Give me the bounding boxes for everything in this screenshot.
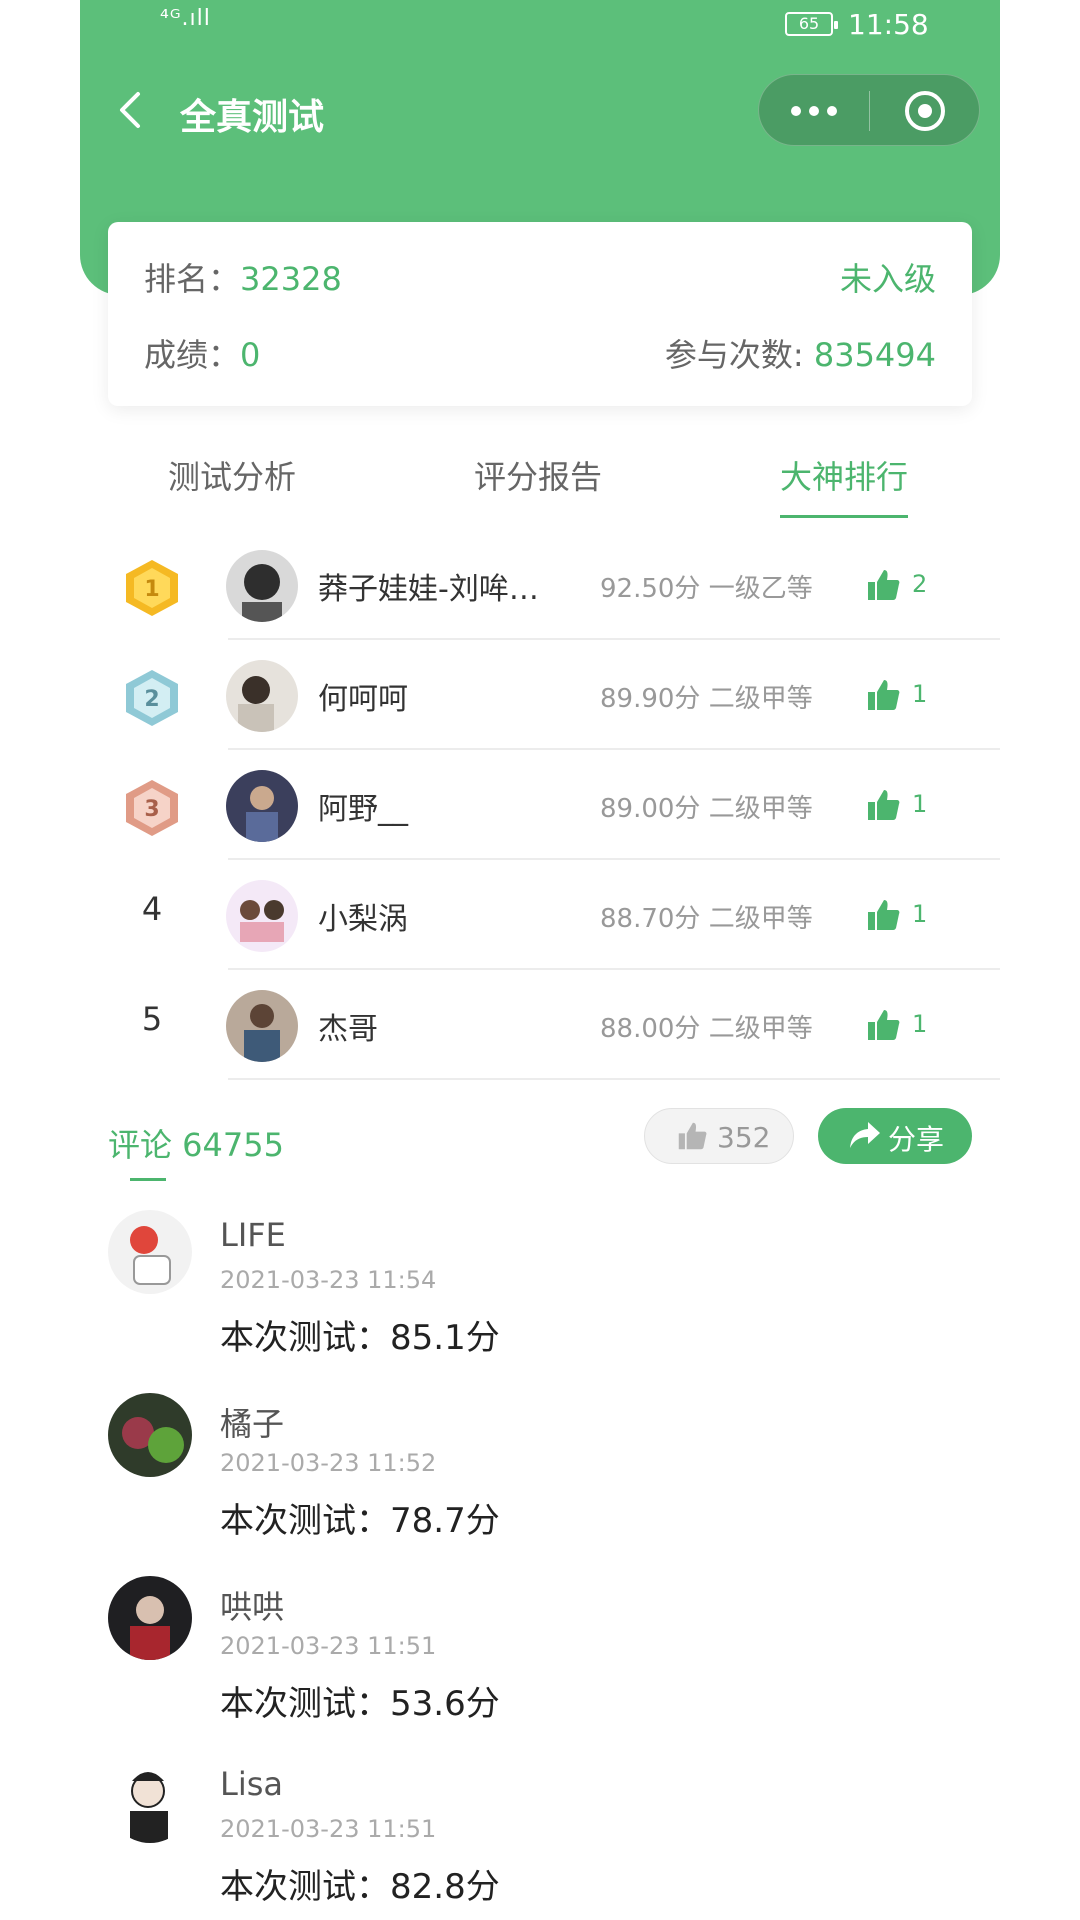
leader-name: 阿野__	[318, 792, 408, 827]
comment-tab-underline	[130, 1178, 166, 1181]
silver-medal-icon: 2	[126, 670, 178, 726]
thumbs-up-icon[interactable]	[866, 898, 900, 932]
comment-author: Lisa	[220, 1765, 283, 1803]
avatar[interactable]	[108, 1393, 192, 1477]
leaderboard-row[interactable]: 4 小梨涡 88.70分 二级甲等 1	[108, 860, 1000, 970]
close-target-icon[interactable]	[905, 91, 945, 131]
like-count: 1	[912, 900, 928, 928]
svg-text:3: 3	[144, 797, 159, 822]
leaderboard-row[interactable]: 3 阿野__ 89.00分 二级甲等 1	[108, 750, 1000, 860]
tab-leaderboard[interactable]: 大神排行	[780, 452, 909, 518]
back-icon[interactable]	[114, 90, 146, 130]
rank-label: 排名：	[144, 260, 241, 298]
share-label: 分享	[888, 1123, 945, 1156]
comment-text: 本次测试：53.6分	[220, 1684, 500, 1724]
thumbs-up-icon	[678, 1122, 707, 1150]
leader-score: 92.50分 一级乙等	[600, 574, 813, 604]
comment-time: 2021-03-23 11:51	[220, 1632, 437, 1660]
like-total: 352	[717, 1121, 771, 1154]
comment-item: 哄哄 2021-03-23 11:51 本次测试：53.6分	[108, 1576, 972, 1756]
rank-number: 5	[141, 1000, 163, 1038]
comment-item: 橘子 2021-03-23 11:52 本次测试：78.7分	[108, 1393, 972, 1573]
tab-score-report[interactable]: 评分报告	[474, 452, 602, 518]
thumbs-up-icon[interactable]	[866, 788, 900, 822]
leader-name: 小梨涡	[318, 902, 408, 937]
tab-test-analysis[interactable]: 测试分析	[168, 452, 296, 518]
like-count: 1	[912, 790, 928, 818]
svg-text:2: 2	[144, 687, 159, 712]
comment-item: LIFE 2021-03-23 11:54 本次测试：85.1分	[108, 1210, 972, 1390]
share-arrow-icon	[850, 1122, 880, 1148]
status-bar: ⁴ᴳ.ıll 65 11:58	[80, 0, 1000, 50]
comment-text: 本次测试：85.1分	[220, 1318, 500, 1358]
nav-bar: 全真测试	[80, 70, 1000, 150]
leader-score: 89.90分 二级甲等	[600, 684, 813, 714]
avatar[interactable]	[108, 1576, 192, 1660]
avatar	[226, 660, 298, 732]
comment-time: 2021-03-23 11:52	[220, 1449, 437, 1477]
gold-medal-icon: 1	[126, 560, 178, 616]
score-row: 成绩：0 参与次数: 835494	[144, 330, 936, 380]
leaderboard-row[interactable]: 2 何呵呵 89.90分 二级甲等 1	[108, 640, 1000, 750]
avatar	[226, 770, 298, 842]
rank-number: 4	[141, 890, 163, 928]
avatar	[226, 880, 298, 952]
like-count: 2	[912, 570, 928, 598]
bronze-medal-icon: 3	[126, 780, 178, 836]
rank-card: 排名：32328 未入级 成绩：0 参与次数: 835494	[108, 222, 972, 406]
share-button[interactable]: 分享	[818, 1108, 972, 1164]
level-badge: 未入级	[839, 260, 936, 298]
leader-name: 何呵呵	[318, 682, 408, 717]
leaderboard-row[interactable]: 5 杰哥 88.00分 二级甲等 1	[108, 970, 1000, 1080]
leaderboard-row[interactable]: 1 莽子娃娃-刘哞… 92.50分 一级乙等 2	[108, 530, 1000, 640]
status-time: 11:58	[848, 8, 929, 41]
score-label: 成绩：	[144, 336, 241, 374]
tab-bar: 测试分析 评分报告 大神排行	[108, 452, 972, 522]
leader-name: 莽子娃娃-刘哞…	[318, 572, 539, 607]
comment-text: 本次测试：82.8分	[220, 1867, 500, 1907]
leader-score: 89.00分 二级甲等	[600, 794, 813, 824]
comment-author: 哄哄	[220, 1588, 285, 1626]
like-button[interactable]: 352	[644, 1108, 794, 1164]
svg-text:1: 1	[144, 577, 159, 602]
comment-bar: 评论 64755 352 分享	[108, 1108, 972, 1188]
like-count: 1	[912, 680, 928, 708]
comment-time: 2021-03-23 11:51	[220, 1815, 437, 1843]
thumbs-up-icon[interactable]	[866, 568, 900, 602]
avatar[interactable]	[108, 1759, 192, 1843]
comment-text: 本次测试：78.7分	[220, 1501, 500, 1541]
attempts-value: 835494	[813, 336, 936, 374]
more-icon[interactable]	[787, 95, 845, 127]
attempts-label: 参与次数:	[664, 336, 804, 374]
leader-score: 88.70分 二级甲等	[600, 904, 813, 934]
page-title: 全真测试	[180, 97, 325, 138]
miniprogram-capsule	[758, 74, 980, 146]
rank-row: 排名：32328 未入级	[144, 254, 936, 304]
thumbs-up-icon[interactable]	[866, 678, 900, 712]
leader-score: 88.00分 二级甲等	[600, 1014, 813, 1044]
attempts: 参与次数: 835494	[665, 330, 936, 376]
comment-author: LIFE	[220, 1216, 286, 1254]
battery-icon: 65	[785, 12, 838, 36]
comment-count-label[interactable]: 评论 64755	[108, 1120, 284, 1166]
avatar	[226, 550, 298, 622]
app-screen: ⁴ᴳ.ıll 65 11:58 全真测试 排名：32328 未入级 成绩：0 参…	[0, 0, 1080, 1920]
comment-item: Lisa 2021-03-23 11:51 本次测试：82.8分	[108, 1759, 972, 1920]
capsule-divider	[869, 91, 870, 131]
leader-name: 杰哥	[318, 1012, 378, 1047]
signal-icon: ⁴ᴳ.ıll	[160, 6, 211, 31]
comment-author: 橘子	[220, 1405, 285, 1443]
comment-time: 2021-03-23 11:54	[220, 1266, 437, 1294]
avatar[interactable]	[108, 1210, 192, 1294]
row-divider	[228, 1078, 1000, 1080]
like-count: 1	[912, 1010, 928, 1038]
thumbs-up-icon[interactable]	[866, 1008, 900, 1042]
score-value: 0	[240, 336, 261, 374]
rank-value: 32328	[240, 260, 342, 298]
avatar	[226, 990, 298, 1062]
